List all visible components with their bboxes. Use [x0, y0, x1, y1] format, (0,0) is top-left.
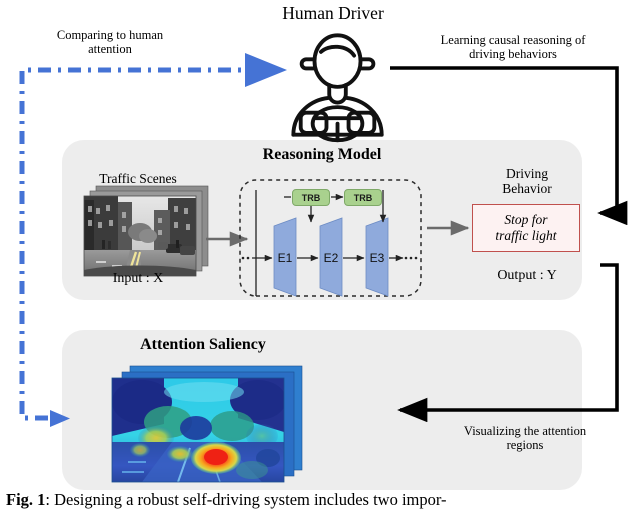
comparing-to-human-attention-label: Comparing to human attention [56, 28, 164, 56]
human-driver-icon [291, 33, 384, 143]
visualizing-attention-regions-arrow [397, 263, 619, 423]
human-driver-title: Human Driver [282, 3, 384, 23]
reasoning-model-title: Reasoning Model [262, 146, 382, 163]
traffic-scenes-label: Traffic Scenes [99, 171, 177, 186]
chain-ellipsis-left [241, 256, 250, 260]
attention-saliency-image [111, 365, 303, 483]
visualizing-attention-regions-label: Visualizing the attention regions [463, 424, 587, 452]
figure-root: Human Driver Reasoning Model Attention S… [0, 0, 640, 516]
driving-behavior-output-box: Stop for traffic light [472, 204, 580, 252]
comparing-arrowhead-icon [50, 410, 70, 427]
figure-caption-text: : Designing a robust self-driving system… [45, 490, 447, 509]
driving-behavior-label: Driving Behavior [502, 166, 552, 197]
traffic-scenes-image [83, 185, 209, 277]
figure-number: Fig. 1 [6, 490, 46, 509]
figure-caption: Fig. 1: Designing a robust self-driving … [6, 490, 634, 510]
trb-block-2: TRB [344, 189, 382, 206]
attention-saliency-title: Attention Saliency [140, 336, 266, 353]
encoder-e3-label: E3 [369, 251, 385, 265]
encoder-e2-label: E2 [323, 251, 339, 265]
encoder-e1-label: E1 [277, 251, 293, 265]
input-x-label: Input : X [112, 271, 164, 286]
trb-block-1: TRB [292, 189, 330, 206]
output-y-label: Output : Y [497, 268, 557, 283]
learning-causal-reasoning-label: Learning causal reasoning of driving beha… [440, 33, 586, 61]
chain-ellipsis-right [404, 256, 418, 260]
